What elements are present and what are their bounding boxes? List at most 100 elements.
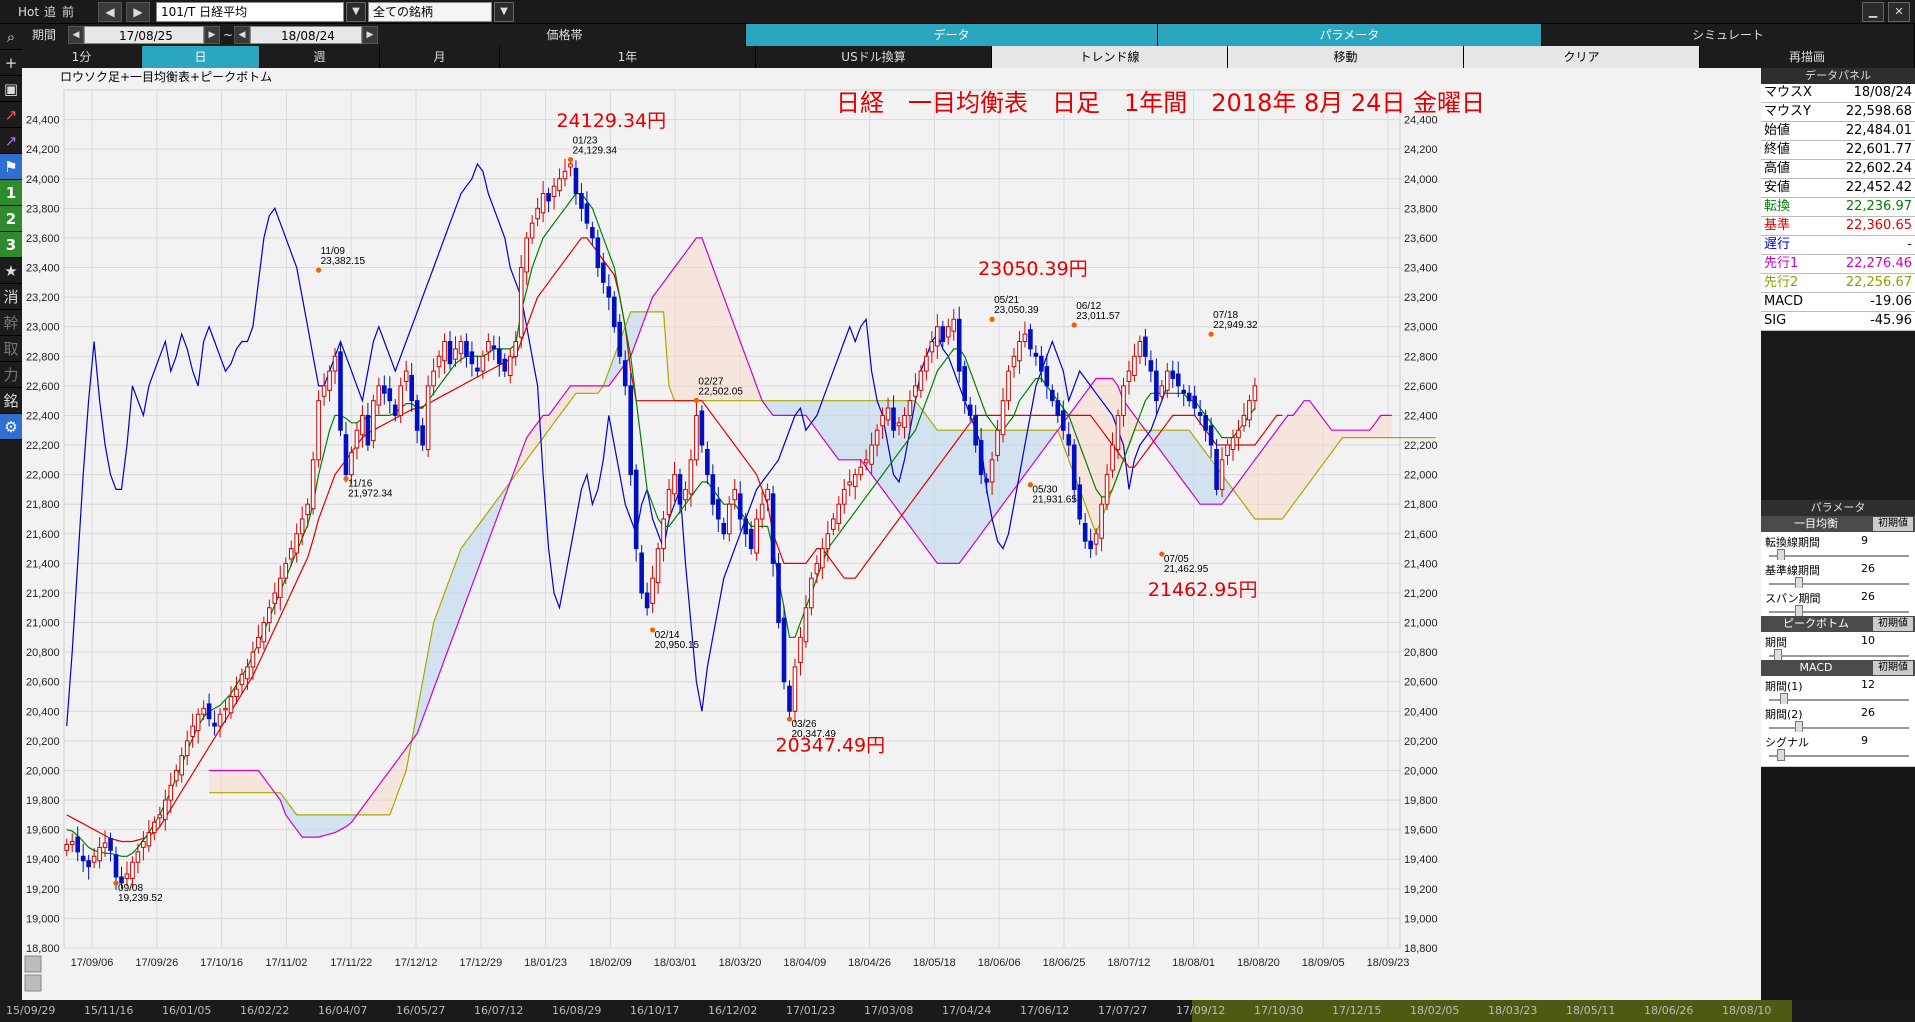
candle-body[interactable]: [245, 666, 250, 680]
chart2-icon[interactable]: ↗: [0, 128, 22, 154]
candle-body[interactable]: [803, 607, 809, 643]
redraw-button[interactable]: 再描画: [1700, 46, 1915, 68]
candle-body[interactable]: [584, 203, 590, 224]
candle-body[interactable]: [622, 360, 628, 387]
candle-body[interactable]: [299, 518, 305, 535]
candle-body[interactable]: [655, 548, 661, 584]
candle-body[interactable]: [935, 326, 940, 347]
candle-body[interactable]: [551, 185, 557, 198]
date-to-field[interactable]: 18/08/24: [250, 26, 362, 44]
candle-body[interactable]: [162, 799, 168, 820]
candle-body[interactable]: [535, 207, 540, 220]
candle-body[interactable]: [945, 326, 951, 338]
candle-body[interactable]: [617, 321, 623, 357]
peak-bottom-marker[interactable]: [693, 397, 700, 403]
candle-body[interactable]: [1022, 333, 1028, 342]
candle-body[interactable]: [403, 370, 409, 382]
candle-body[interactable]: [102, 842, 108, 848]
candle-body[interactable]: [1132, 355, 1137, 377]
candle-body[interactable]: [507, 355, 513, 377]
date-to-next-icon[interactable]: ▶: [362, 26, 378, 44]
candle-body[interactable]: [765, 488, 770, 501]
candle-body[interactable]: [409, 375, 414, 402]
candle-body[interactable]: [392, 404, 398, 416]
candle-body[interactable]: [863, 459, 869, 464]
candle-body[interactable]: [661, 518, 666, 550]
reset-default-button[interactable]: 初期値: [1873, 661, 1913, 675]
candle-body[interactable]: [874, 429, 880, 446]
candle-body[interactable]: [469, 351, 475, 365]
candle-body[interactable]: [716, 499, 721, 520]
candle-body[interactable]: [995, 429, 1000, 456]
slider-track[interactable]: [1769, 655, 1909, 657]
candle-body[interactable]: [354, 429, 360, 449]
candle-body[interactable]: [135, 851, 141, 863]
candle-body[interactable]: [283, 562, 289, 579]
candle-body[interactable]: [540, 193, 546, 214]
candle-body[interactable]: [513, 340, 519, 357]
slider-knob[interactable]: [1776, 749, 1785, 761]
candle-body[interactable]: [1241, 414, 1247, 427]
candle-body[interactable]: [798, 636, 803, 663]
candle-body[interactable]: [398, 385, 404, 416]
candle-body[interactable]: [261, 622, 267, 643]
candle-body[interactable]: [288, 548, 294, 560]
candle-body[interactable]: [343, 434, 349, 476]
candle-body[interactable]: [524, 237, 529, 273]
candle-body[interactable]: [1203, 414, 1208, 431]
candle-body[interactable]: [195, 713, 201, 732]
candle-body[interactable]: [338, 351, 343, 431]
candle-body[interactable]: [962, 366, 968, 402]
candle-body[interactable]: [184, 740, 190, 757]
candle-body[interactable]: [1028, 329, 1033, 350]
list-dropdown-icon[interactable]: ▼: [494, 2, 514, 22]
candle-body[interactable]: [967, 404, 973, 416]
candle-body[interactable]: [491, 345, 497, 350]
candle-body[interactable]: [256, 636, 261, 649]
candle-body[interactable]: [557, 178, 562, 192]
tab-weekly[interactable]: 週: [260, 46, 380, 68]
candle-body[interactable]: [1088, 540, 1093, 550]
candle-body[interactable]: [486, 340, 491, 353]
close-button[interactable]: ✕: [1888, 2, 1910, 22]
candle-body[interactable]: [579, 193, 584, 209]
candle-body[interactable]: [595, 237, 601, 269]
candle-body[interactable]: [984, 478, 989, 483]
tab-1min[interactable]: 1分: [22, 46, 142, 68]
candle-body[interactable]: [1050, 389, 1055, 402]
candle-body[interactable]: [847, 481, 853, 486]
candle-body[interactable]: [913, 385, 918, 397]
candle-body[interactable]: [173, 769, 179, 782]
candle-body[interactable]: [97, 846, 102, 862]
candle-body[interactable]: [1252, 385, 1258, 402]
candle-body[interactable]: [1148, 360, 1154, 372]
candle-body[interactable]: [91, 855, 97, 863]
parameter-value-field[interactable]: 26: [1861, 706, 1911, 720]
candle-body[interactable]: [880, 414, 885, 427]
candle-body[interactable]: [453, 348, 458, 360]
slider-track[interactable]: [1769, 699, 1909, 701]
candle-body[interactable]: [239, 673, 245, 686]
tab-monthly[interactable]: 月: [380, 46, 500, 68]
candle-body[interactable]: [130, 861, 135, 879]
chart-area[interactable]: 24,400 24,400 24,200 24,200 24,000 24,000 23,8…: [22, 68, 1761, 1000]
candle-body[interactable]: [639, 552, 644, 594]
candle-body[interactable]: [86, 860, 91, 868]
candle-body[interactable]: [705, 448, 710, 476]
candle-body[interactable]: [710, 474, 716, 505]
back-button[interactable]: 前: [62, 2, 74, 22]
bottom-date-bar[interactable]: 15/09/29 15/11/16 16/01/05 16/02/22 16/04/07…: [0, 1000, 1915, 1022]
clear-button[interactable]: クリア: [1464, 46, 1700, 68]
candle-body[interactable]: [168, 784, 174, 801]
candle-body[interactable]: [349, 451, 354, 476]
candle-body[interactable]: [677, 474, 683, 505]
move-button[interactable]: 移動: [1228, 46, 1464, 68]
peak-bottom-marker[interactable]: [989, 316, 995, 322]
candle-body[interactable]: [277, 577, 283, 598]
preset-3-button[interactable]: 3: [0, 232, 22, 258]
candle-body[interactable]: [206, 703, 212, 720]
candle-body[interactable]: [770, 493, 776, 564]
candle-body[interactable]: [787, 685, 792, 712]
candle-body[interactable]: [529, 222, 535, 239]
candle-body[interactable]: [1137, 340, 1143, 357]
